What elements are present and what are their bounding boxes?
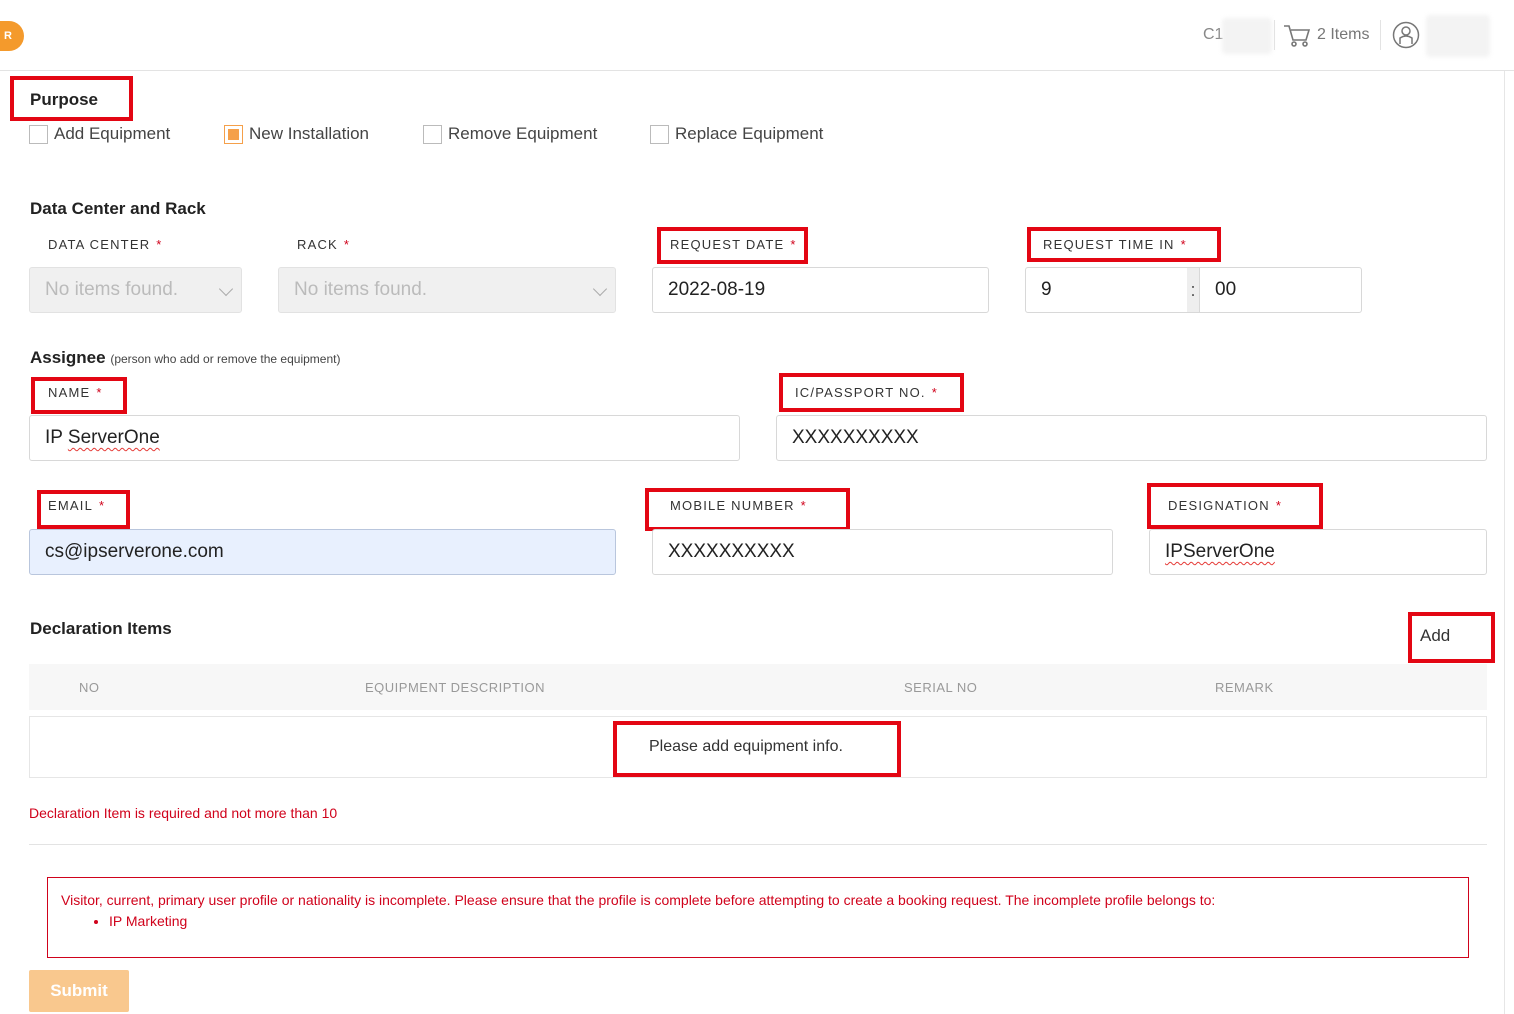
highlight-box (779, 373, 964, 412)
content-border (1504, 71, 1505, 1014)
chevron-down-icon (592, 281, 608, 297)
column-remark: REMARK (1215, 680, 1274, 695)
time-separator: : (1187, 267, 1199, 313)
declaration-table-header: NO EQUIPMENT DESCRIPTION SERIAL NO REMAR… (29, 664, 1487, 710)
cart-icon[interactable] (1283, 23, 1311, 49)
checkbox-add-equipment[interactable] (29, 124, 48, 144)
chevron-down-icon (218, 281, 234, 297)
declaration-title: Declaration Items (30, 619, 172, 638)
rack-select[interactable]: No items found. (278, 267, 616, 313)
request-date-input[interactable]: 2022-08-19 (652, 267, 989, 313)
purpose-replace-equipment[interactable]: Replace Equipment (650, 124, 823, 144)
rack-label: RACK * (297, 237, 351, 252)
alert-message: Visitor, current, primary user profile o… (61, 892, 1216, 908)
alert-list-item: IP Marketing (109, 913, 1455, 929)
user-avatar-icon[interactable] (1392, 21, 1420, 49)
top-navbar: R C1 2 Items (0, 0, 1514, 71)
profile-incomplete-alert: Visitor, current, primary user profile o… (47, 877, 1469, 958)
designation-input[interactable]: IPServerOne (1149, 529, 1487, 575)
checkbox-replace-equipment[interactable] (650, 124, 669, 144)
nav-divider (1274, 20, 1275, 50)
empty-table-message: Please add equipment info. (649, 738, 843, 755)
email-input[interactable]: cs@ipserverone.com (29, 529, 616, 575)
column-serial-no: SERIAL NO (904, 680, 978, 695)
account-id-redacted (1222, 18, 1272, 54)
add-declaration-button[interactable]: Add (1420, 626, 1450, 646)
highlight-box (10, 76, 133, 121)
column-equipment-description: EQUIPMENT DESCRIPTION (365, 680, 546, 695)
alert-list: IP Marketing (109, 913, 1455, 929)
highlight-box (31, 377, 127, 414)
purpose-new-installation[interactable]: New Installation (224, 124, 369, 144)
name-input[interactable]: IP ServerOne (29, 415, 740, 461)
data-center-select[interactable]: No items found. (29, 267, 242, 313)
highlight-box (1027, 227, 1221, 262)
time-minute-input[interactable]: 00 (1199, 267, 1362, 313)
column-no: NO (79, 680, 100, 695)
highlight-box (645, 488, 850, 531)
cart-items-count[interactable]: 2 Items (1317, 26, 1369, 44)
nav-divider (1380, 20, 1381, 50)
checkbox-remove-equipment[interactable] (423, 124, 442, 144)
declaration-error: Declaration Item is required and not mor… (29, 805, 338, 821)
assignee-note: (person who add or remove the equipment) (110, 352, 341, 366)
highlight-box (657, 227, 808, 264)
highlight-box (37, 490, 130, 529)
assignee-title: Assignee (person who add or remove the e… (30, 348, 341, 367)
user-name-redacted (1426, 15, 1490, 57)
mobile-number-input[interactable]: XXXXXXXXXX (652, 529, 1113, 575)
brand-logo[interactable]: R (0, 21, 24, 51)
highlight-box (1147, 483, 1323, 529)
ic-passport-input[interactable]: XXXXXXXXXX (776, 415, 1487, 461)
submit-button[interactable]: Submit (29, 970, 129, 1012)
checkbox-new-installation[interactable] (224, 124, 243, 144)
time-hour-input[interactable]: 9 (1025, 267, 1188, 313)
account-id[interactable]: C1 (1203, 26, 1223, 44)
purpose-add-equipment[interactable]: Add Equipment (29, 124, 170, 144)
section-divider (29, 844, 1487, 845)
data-center-label: DATA CENTER * (48, 237, 163, 252)
purpose-remove-equipment[interactable]: Remove Equipment (423, 124, 597, 144)
dc-rack-title: Data Center and Rack (30, 199, 206, 218)
